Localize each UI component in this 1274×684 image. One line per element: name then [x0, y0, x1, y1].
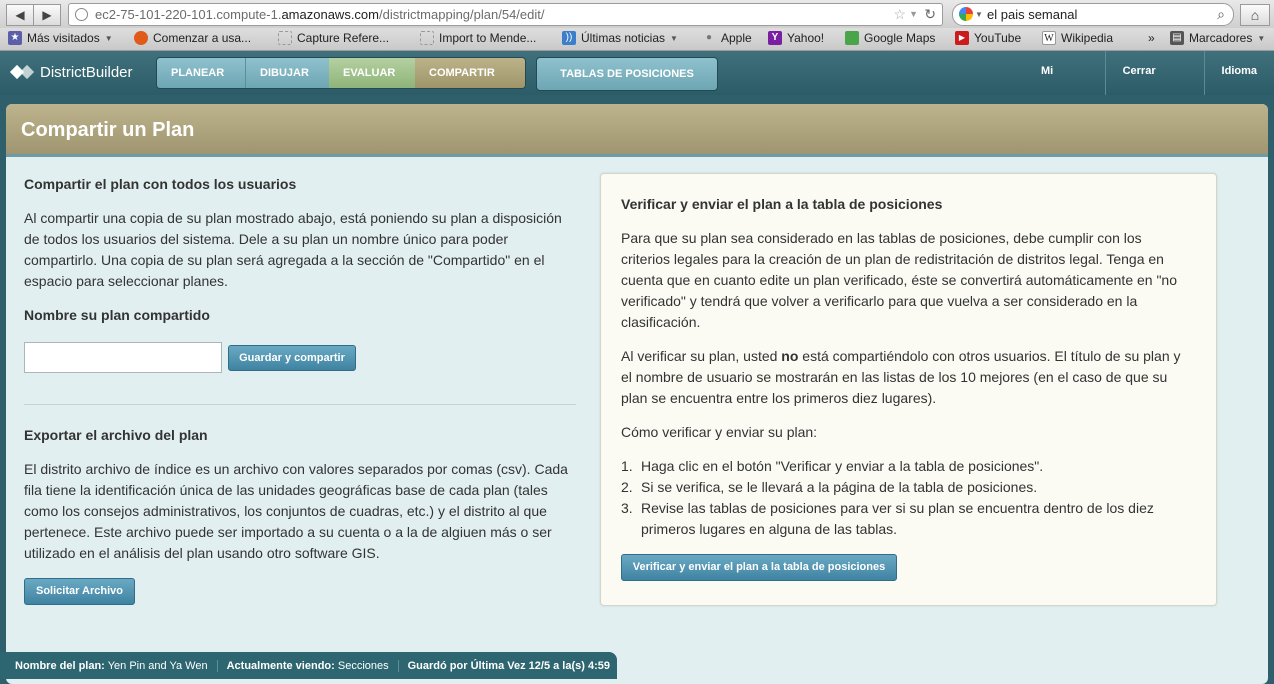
- bookmark-google-maps[interactable]: Google Maps: [845, 31, 935, 45]
- bookmark-apple[interactable]: ● Apple: [702, 31, 752, 45]
- bookmark-label: YouTube: [974, 31, 1022, 45]
- verify-card: Verificar y enviar el plan a la tabla de…: [600, 173, 1217, 606]
- share-form: Guardar y compartir: [24, 342, 576, 373]
- bookmarks-bar: ★ Más visitados ▼ Comenzar a usa... Capt…: [0, 28, 1274, 51]
- bookmark-label: Últimas noticias: [581, 31, 666, 45]
- history-dropdown-icon[interactable]: ▼: [909, 4, 918, 25]
- panel-header: Compartir un Plan: [6, 104, 1268, 157]
- tab-evaluar[interactable]: EVALUAR: [329, 58, 415, 88]
- search-input[interactable]: ▼ el pais semanal ⌕: [952, 3, 1234, 26]
- firefox-icon: [134, 31, 148, 45]
- app-header: DistrictBuilder PLANEAR DIBUJAR EVALUAR …: [0, 51, 1274, 117]
- search-text: el pais semanal: [987, 7, 1078, 22]
- bookmark-getting-started[interactable]: Comenzar a usa...: [134, 31, 251, 45]
- bookmarks-icon: ▤: [1170, 31, 1184, 45]
- share-heading: Compartir el plan con todos los usuarios: [24, 176, 297, 192]
- logo-icon: [9, 60, 35, 84]
- site-favicon-icon: [75, 8, 88, 21]
- url-text: ec2-75-101-220-101.compute-1.amazonaws.c…: [95, 7, 545, 22]
- bookmark-label: Import to Mende...: [439, 31, 537, 45]
- leaderboard-button[interactable]: TABLAS DE POSICIONES: [536, 57, 718, 91]
- bookmark-label: Apple: [721, 31, 752, 45]
- language-link[interactable]: Idioma: [1203, 51, 1274, 95]
- address-bar[interactable]: ec2-75-101-220-101.compute-1.amazonaws.c…: [68, 3, 943, 26]
- reload-icon[interactable]: ↻: [924, 4, 936, 25]
- viewing-status: Actualmente viendo: Secciones: [218, 659, 399, 672]
- rss-icon: )): [562, 31, 576, 45]
- back-button[interactable]: ◀: [6, 4, 34, 26]
- bookmarks-overflow[interactable]: »: [1148, 31, 1155, 45]
- bookmark-label: Google Maps: [864, 31, 936, 45]
- account-links: Mi Cuenta Cerrar Sesión Idioma: [1024, 51, 1274, 117]
- yahoo-icon: Y: [768, 31, 782, 45]
- section-divider: [24, 404, 576, 405]
- google-icon: [959, 7, 973, 21]
- list-item: 2. Si se verifica, se le llevará a la pág…: [621, 479, 1038, 495]
- bookmark-star-icon[interactable]: ☆: [893, 4, 906, 25]
- export-heading: Exportar el archivo del plan: [24, 427, 208, 443]
- bookmark-most-visited[interactable]: ★ Más visitados ▼: [8, 31, 113, 45]
- bookmark-import-mendeley[interactable]: Import to Mende...: [420, 31, 536, 45]
- chevron-down-icon: ▼: [104, 33, 113, 43]
- star-folder-icon: ★: [8, 31, 22, 45]
- bookmark-latest-news[interactable]: )) Últimas noticias ▼: [562, 31, 678, 45]
- my-account-link[interactable]: Mi Cuenta: [1024, 51, 1105, 117]
- chevron-down-icon: ▼: [670, 33, 678, 43]
- request-file-button[interactable]: Solicitar Archivo: [24, 578, 135, 605]
- bookmark-capture-reference[interactable]: Capture Refere...: [278, 31, 389, 45]
- verify-heading: Verificar y enviar el plan a la tabla de…: [621, 196, 943, 212]
- share-description: Al compartir una copia de su plan mostra…: [24, 210, 562, 289]
- save-share-button[interactable]: Guardar y compartir: [228, 344, 356, 371]
- workflow-tabs: PLANEAR DIBUJAR EVALUAR COMPARTIR: [156, 57, 526, 89]
- verify-note: Al verificar su plan, usted no está comp…: [621, 348, 1181, 406]
- page-title: Compartir un Plan: [21, 119, 195, 141]
- search-icon[interactable]: ⌕: [1217, 4, 1225, 25]
- home-button[interactable]: ⌂: [1240, 4, 1270, 26]
- list-item: 3. Revise las tablas de posiciones para v…: [621, 500, 1154, 537]
- tab-compartir[interactable]: COMPARTIR: [415, 58, 525, 88]
- page-icon: [420, 31, 434, 45]
- tab-dibujar[interactable]: DIBUJAR: [245, 58, 329, 88]
- verify-description: Para que su plan sea considerado en las …: [621, 230, 1177, 330]
- share-section: Compartir el plan con todos los usuarios…: [24, 174, 576, 605]
- plan-name-label: Nombre su plan compartido: [24, 307, 210, 323]
- browser-toolbar: ◀ ▶ ec2-75-101-220-101.compute-1.amazona…: [0, 0, 1274, 29]
- bookmark-label: Marcadores: [1189, 31, 1253, 45]
- export-description: El distrito archivo de índice es un arch…: [24, 461, 568, 561]
- apple-icon: ●: [705, 32, 713, 43]
- verify-how-label: Cómo verificar y enviar su plan:: [621, 424, 818, 440]
- maps-icon: [845, 31, 859, 45]
- bookmark-label: Capture Refere...: [297, 31, 390, 45]
- overflow-chevron-icon: »: [1148, 31, 1155, 45]
- page-icon: [278, 31, 292, 45]
- bookmark-yahoo[interactable]: Y Yahoo!: [768, 31, 824, 45]
- bookmark-label: Wikipedia: [1061, 31, 1114, 45]
- last-saved-status: Guardó por Última Vez 12/5 a la(s) 4:59: [407, 659, 610, 672]
- youtube-icon: ▶: [955, 31, 969, 45]
- bookmark-youtube[interactable]: ▶ YouTube: [955, 31, 1021, 45]
- list-item: 1. Haga clic en el botón "Verificar y env…: [621, 458, 1044, 474]
- verify-submit-button[interactable]: Verificar y enviar el plan a la tabla de…: [621, 554, 897, 581]
- tab-planear[interactable]: PLANEAR: [157, 58, 245, 88]
- bookmark-label: Yahoo!: [787, 31, 825, 45]
- logo-text: DistrictBuilder: [40, 63, 133, 81]
- wikipedia-icon: W: [1042, 31, 1056, 45]
- verify-steps: 1. Haga clic en el botón "Verificar y env…: [621, 456, 1191, 540]
- status-bar: Nombre del plan: Yen Pin and Ya Wen Actu…: [0, 652, 617, 679]
- chevron-down-icon: ▼: [1257, 33, 1266, 43]
- plan-name-input[interactable]: [24, 342, 222, 373]
- logo[interactable]: DistrictBuilder: [9, 60, 133, 84]
- forward-button[interactable]: ▶: [33, 4, 61, 26]
- bookmark-wikipedia[interactable]: W Wikipedia: [1042, 31, 1113, 45]
- search-engine-dropdown-icon[interactable]: ▼: [975, 4, 983, 25]
- logout-link[interactable]: Cerrar Sesión: [1104, 51, 1204, 117]
- bookmark-label: Más visitados: [27, 31, 100, 45]
- bookmarks-menu[interactable]: ▤ Marcadores ▼: [1170, 31, 1265, 45]
- bookmark-label: Comenzar a usa...: [153, 31, 252, 45]
- share-panel: Compartir un Plan Compartir el plan con …: [6, 104, 1268, 684]
- plan-name-status: Nombre del plan: Yen Pin and Ya Wen: [0, 659, 218, 672]
